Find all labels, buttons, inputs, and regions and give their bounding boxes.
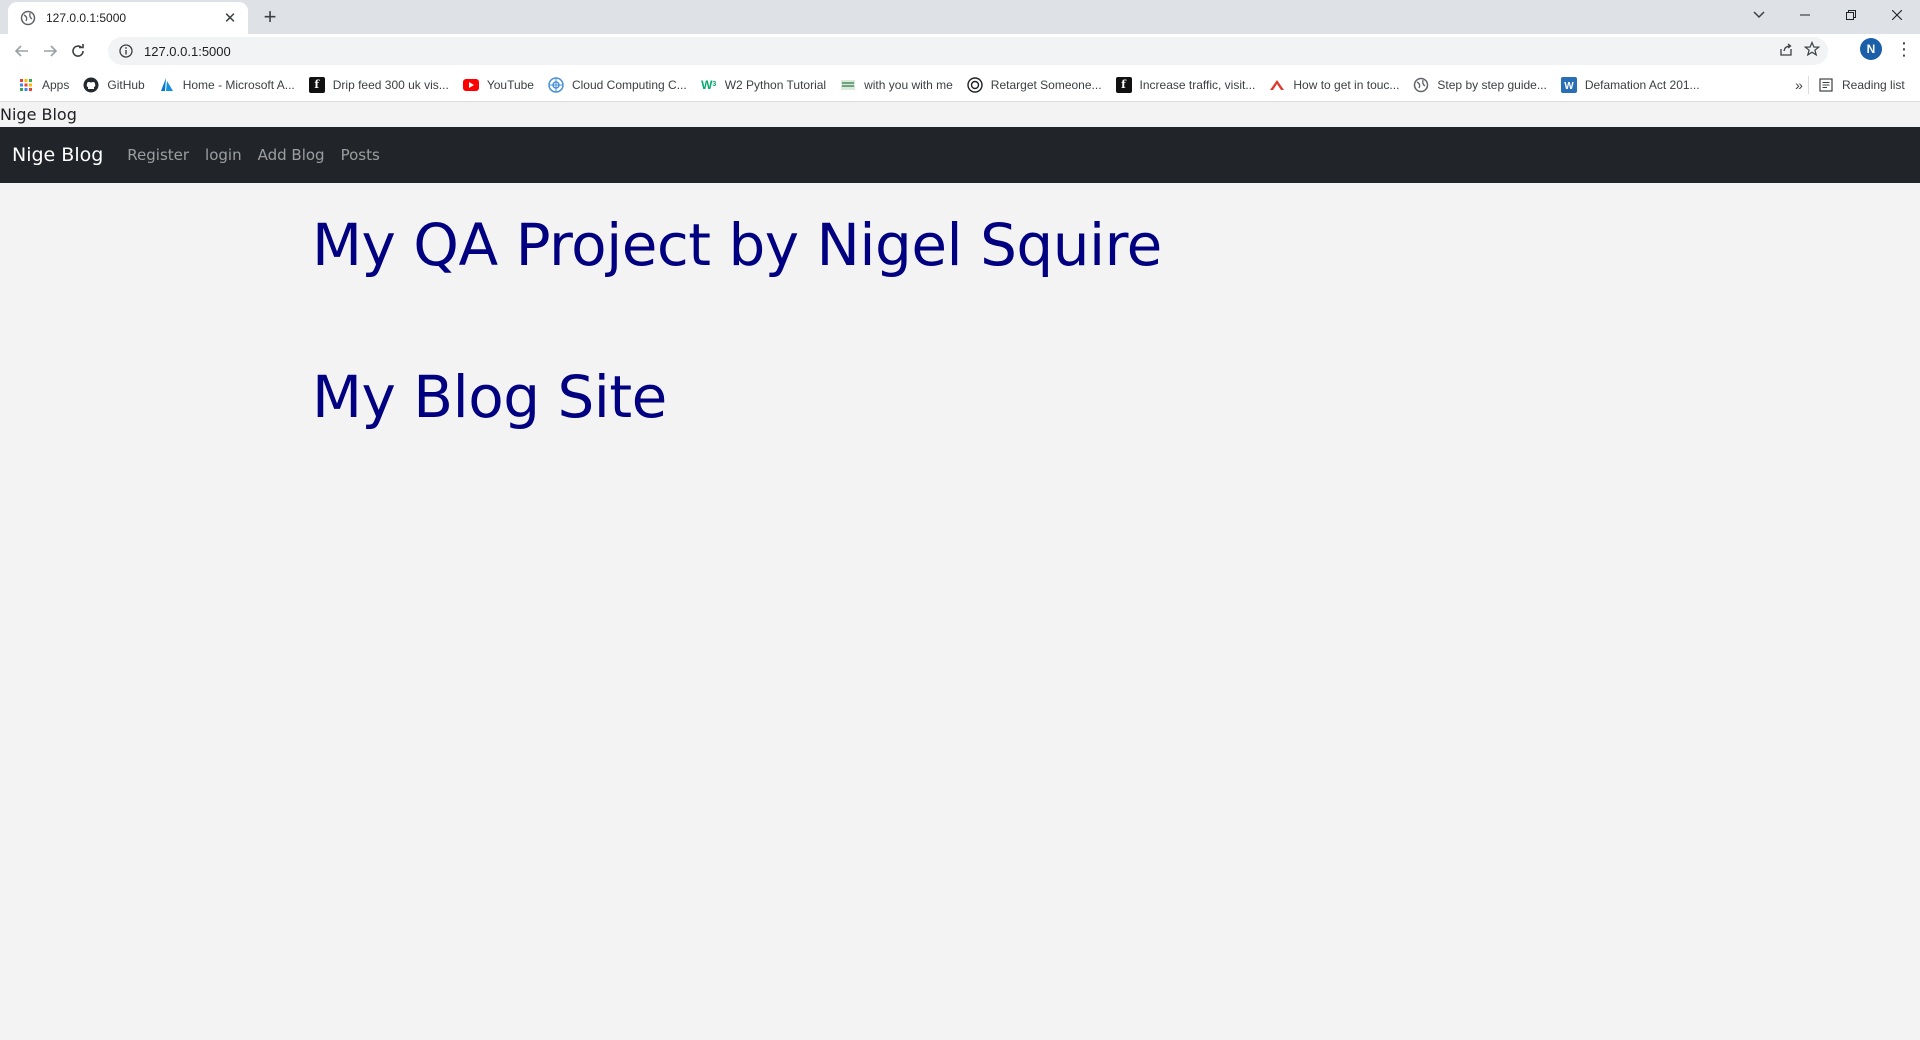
bookmark-label: Drip feed 300 uk vis... xyxy=(332,77,449,92)
azure-icon xyxy=(159,77,175,93)
bookmarks-divider xyxy=(1808,76,1809,94)
site-icon xyxy=(840,77,856,93)
nav-link-posts[interactable]: Posts xyxy=(341,146,380,164)
reading-list-icon xyxy=(1818,77,1834,93)
project-heading: My QA Project by Nigel Squire xyxy=(312,211,1162,279)
bookmark-label: Retarget Someone... xyxy=(990,77,1102,92)
bookmark-label: Defamation Act 201... xyxy=(1584,77,1700,92)
close-tab-icon[interactable]: ✕ xyxy=(222,10,238,27)
bookmark-label: Step by step guide... xyxy=(1437,77,1547,92)
bookmark-label: YouTube xyxy=(486,77,534,92)
bookmarks-bar: Apps GitHub Home - Microsoft A... f Drip… xyxy=(0,68,1920,102)
red-arrow-icon xyxy=(1269,77,1285,93)
target-icon xyxy=(967,76,983,93)
bookmark-label: Cloud Computing C... xyxy=(571,77,687,92)
svg-text:W: W xyxy=(1564,81,1574,92)
github-icon xyxy=(83,77,99,93)
bookmark-microsoft-azure[interactable]: Home - Microsoft A... xyxy=(153,72,301,98)
bookmark-apps[interactable]: Apps xyxy=(12,72,75,98)
tab-title: 127.0.0.1:5000 xyxy=(46,11,127,25)
bookmark-retarget[interactable]: Retarget Someone... xyxy=(961,72,1108,98)
nav-link-add-blog[interactable]: Add Blog xyxy=(258,146,325,164)
cloud-icon xyxy=(548,76,564,93)
bookmark-label: with you with me xyxy=(864,77,953,92)
bookmark-w2-python[interactable]: W3 W2 Python Tutorial xyxy=(695,72,832,98)
nav-link-register[interactable]: Register xyxy=(127,146,189,164)
facebook-icon: f xyxy=(1115,76,1132,93)
url-text: 127.0.0.1:5000 xyxy=(144,43,231,59)
bookmark-step-by-step[interactable]: Step by step guide... xyxy=(1407,72,1552,98)
new-tab-button[interactable]: + xyxy=(258,5,282,29)
bookmark-how-to-get-in-touch[interactable]: How to get in touc... xyxy=(1263,72,1405,98)
bookmark-defamation-act[interactable]: W Defamation Act 201... xyxy=(1555,72,1706,98)
facebook-icon: f xyxy=(308,76,325,93)
nav-link-login[interactable]: login xyxy=(205,146,242,164)
back-icon[interactable] xyxy=(8,37,36,65)
close-window-icon[interactable] xyxy=(1874,0,1920,30)
profile-avatar[interactable]: N xyxy=(1860,38,1882,60)
bookmark-label: W2 Python Tutorial xyxy=(724,77,827,92)
bookmark-drip-feed[interactable]: f Drip feed 300 uk vis... xyxy=(303,72,455,98)
reading-list-button[interactable]: Reading list xyxy=(1818,72,1905,98)
minimize-icon[interactable] xyxy=(1782,0,1828,30)
bookmark-youtube[interactable]: YouTube xyxy=(457,72,540,98)
bookmark-star-icon[interactable] xyxy=(1803,40,1821,62)
globe-icon xyxy=(1413,77,1429,93)
page-content: Nige Blog Nige Blog Register login Add B… xyxy=(0,103,1920,1040)
bookmark-increase-traffic[interactable]: f Increase traffic, visit... xyxy=(1110,72,1262,98)
blog-site-heading: My Blog Site xyxy=(312,363,667,431)
page-plain-title: Nige Blog xyxy=(0,105,77,124)
apps-grid-icon xyxy=(18,77,34,93)
window-controls xyxy=(1782,0,1920,30)
site-navbar: Nige Blog Register login Add Blog Posts xyxy=(0,127,1920,183)
navbar-brand[interactable]: Nige Blog xyxy=(12,144,103,166)
share-icon[interactable] xyxy=(1778,41,1794,62)
w3-icon: W3 xyxy=(701,77,717,92)
bookmark-github[interactable]: GitHub xyxy=(77,72,150,98)
bookmark-label: Increase traffic, visit... xyxy=(1139,77,1256,92)
tab-search-icon[interactable] xyxy=(1745,3,1773,27)
bookmark-label: GitHub xyxy=(107,77,145,92)
bookmark-label: How to get in touc... xyxy=(1293,77,1400,92)
restore-icon[interactable] xyxy=(1828,0,1874,30)
info-icon[interactable] xyxy=(118,43,134,59)
forward-icon[interactable] xyxy=(36,37,64,65)
tab-strip: 127.0.0.1:5000 ✕ + xyxy=(0,0,1920,34)
globe-icon xyxy=(20,10,36,26)
bookmark-cloud-computing[interactable]: Cloud Computing C... xyxy=(542,72,693,98)
youtube-icon xyxy=(462,77,479,93)
browser-tab[interactable]: 127.0.0.1:5000 ✕ xyxy=(8,2,248,34)
bookmark-label: Home - Microsoft A... xyxy=(182,77,295,92)
more-menu-icon[interactable]: ⋮ xyxy=(1894,37,1914,61)
bookmark-label: Apps xyxy=(42,77,70,92)
browser-toolbar: 127.0.0.1:5000 N ⋮ xyxy=(0,34,1920,68)
reading-list-label: Reading list xyxy=(1842,78,1905,92)
wordpress-icon: W xyxy=(1560,76,1577,93)
bookmark-with-you-with-me[interactable]: with you with me xyxy=(834,72,959,98)
address-bar[interactable]: 127.0.0.1:5000 xyxy=(108,37,1828,65)
reload-icon[interactable] xyxy=(64,37,92,65)
